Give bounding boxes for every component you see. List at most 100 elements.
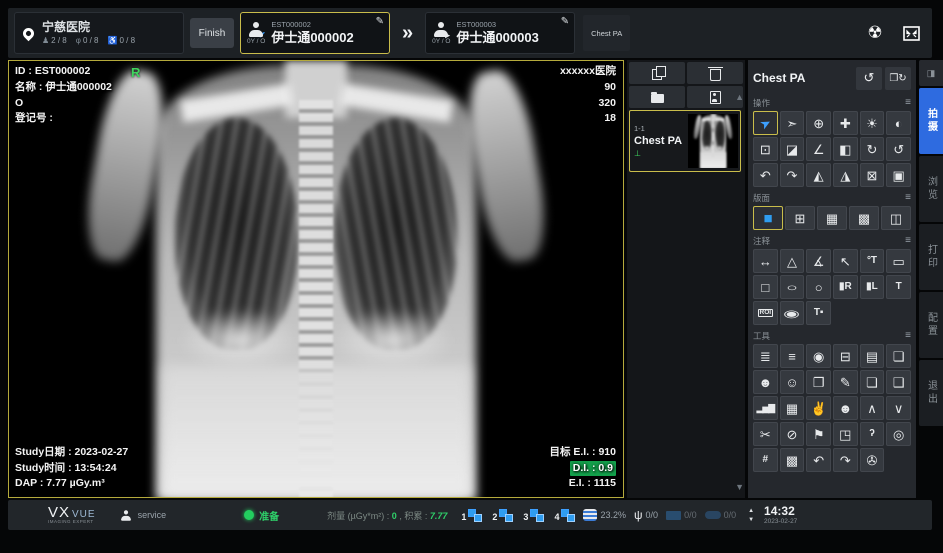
layout-custom[interactable]: ▩: [849, 206, 879, 230]
invert-tool[interactable]: ◧: [832, 137, 858, 161]
magnify-region-tool[interactable]: ⊡: [753, 137, 778, 161]
flip-horizontal-tool[interactable]: ◭: [806, 163, 831, 187]
next-patient-card[interactable]: ▸ 0Y / O EST000003 伊士通000003 ✎: [425, 12, 576, 54]
text-annotation-tool[interactable]: T: [886, 275, 911, 299]
text-box-tool[interactable]: T▪: [806, 301, 831, 325]
service-user[interactable]: service: [118, 508, 166, 523]
rotate-cw-tool[interactable]: ↻: [859, 137, 885, 161]
contrast-tool[interactable]: ◐: [886, 111, 911, 135]
pointer-tool[interactable]: ➤: [753, 111, 778, 135]
edit-tool[interactable]: ✎: [832, 370, 858, 394]
reject-image-tool[interactable]: ⊘: [779, 422, 805, 446]
tab-settings[interactable]: 配置: [919, 292, 943, 358]
hook-tool[interactable]: ʔ: [859, 422, 885, 446]
layout-2x2[interactable]: ⊞: [785, 206, 815, 230]
protocol-chip[interactable]: Chest PA: [583, 15, 631, 51]
copy-image-button[interactable]: [629, 62, 685, 84]
tag-tool[interactable]: ⚑: [806, 422, 831, 446]
hand-tool[interactable]: ✌: [806, 396, 831, 420]
flip-vertical-tool[interactable]: ◮: [832, 163, 858, 187]
resize-tool[interactable]: ◳: [832, 422, 858, 446]
free-rotate-tool[interactable]: ↶: [753, 163, 778, 187]
measure-length-tool[interactable]: ↔: [753, 249, 778, 273]
fullscreen-button[interactable]: [896, 19, 926, 47]
section-menu-icon[interactable]: ≡: [905, 192, 911, 203]
histogram-tool[interactable]: ▂▅▇: [753, 396, 778, 420]
merge-study-tool[interactable]: ❑: [886, 370, 911, 394]
scroll-up-icon[interactable]: ▲: [735, 92, 744, 102]
roi-tool[interactable]: ROI: [753, 301, 778, 325]
section-menu-icon[interactable]: ≡: [905, 235, 911, 246]
scroll-down-icon[interactable]: ▼: [735, 482, 744, 492]
quick-pointer-tool[interactable]: ➣: [779, 111, 805, 135]
detector-indicator[interactable]: 1: [461, 508, 483, 522]
collapse-down-tool[interactable]: ∨: [886, 396, 911, 420]
open-folder-button[interactable]: [629, 86, 685, 108]
window-level-tool[interactable]: ◪: [779, 137, 805, 161]
move-study-tool[interactable]: ❏: [859, 370, 885, 394]
tab-print[interactable]: 打印: [919, 224, 943, 290]
square-annotation-tool[interactable]: □: [753, 275, 778, 299]
reset-view-tool[interactable]: ◎: [886, 422, 911, 446]
ellipse-annotation-tool[interactable]: ○: [779, 275, 805, 299]
tab-exit[interactable]: 退出: [919, 360, 943, 426]
reset-image-button[interactable]: ↺: [856, 66, 882, 90]
patient-edit-tool[interactable]: ☻: [753, 370, 778, 394]
radiation-button[interactable]: ☢: [860, 19, 890, 47]
current-patient-card[interactable]: ✔ 0Y / O EST000002 伊士通000002 ✎: [240, 12, 390, 54]
image-viewport[interactable]: R ID : EST000002 名称 : 伊士通000002 O 登记号 : xxx…: [8, 60, 624, 498]
tab-review[interactable]: 浏览: [919, 156, 943, 222]
caliper-tool[interactable]: ∠: [806, 137, 831, 161]
rectangle-flat-tool[interactable]: ▭: [886, 249, 911, 273]
cd-burn-tool[interactable]: ◉: [806, 344, 831, 368]
layout-1x1[interactable]: ■: [753, 206, 783, 230]
protractor-tool[interactable]: ∡: [806, 249, 831, 273]
media-tool[interactable]: ✇: [859, 448, 885, 472]
copy-study-tool[interactable]: ❐: [806, 370, 831, 394]
rotate-ccw-tool[interactable]: ↺: [886, 137, 911, 161]
circle-annotation-tool[interactable]: ○: [806, 275, 831, 299]
section-menu-icon[interactable]: ≡: [905, 97, 911, 108]
edit-patient-icon[interactable]: ✎: [376, 16, 384, 27]
grid-show-tool[interactable]: #: [753, 448, 778, 472]
finish-button[interactable]: Finish: [190, 18, 234, 48]
collapse-panel-button[interactable]: ◨: [919, 60, 943, 86]
reprocess-button[interactable]: ❐↻: [885, 66, 911, 90]
layout-split[interactable]: ◫: [881, 206, 911, 230]
detector-indicator[interactable]: 3: [523, 508, 545, 522]
marker-l-tool[interactable]: ▮L: [859, 275, 885, 299]
copy-image-tool[interactable]: ❏: [886, 344, 911, 368]
next-patient-button[interactable]: »: [396, 22, 419, 45]
film-print-tool[interactable]: ▤: [859, 344, 885, 368]
person-box-tool[interactable]: ☻: [832, 396, 858, 420]
delete-image-button[interactable]: [687, 62, 743, 84]
zoom-tool[interactable]: ⊕: [806, 111, 831, 135]
room-card[interactable]: 宁慈医院 ♟ 2 / 8φ0 / 8 ♿ 0 / 8: [14, 12, 184, 54]
grid-calibration-tool[interactable]: ▦: [779, 396, 805, 420]
marker-r-tool[interactable]: ▮R: [832, 275, 858, 299]
detector-indicator[interactable]: 4: [554, 508, 576, 522]
patient-info-tool[interactable]: ☺: [779, 370, 805, 394]
protocol-image-tool[interactable]: ▣: [886, 163, 911, 187]
step-down-icon[interactable]: ▼: [748, 517, 754, 523]
rotate-180-tool[interactable]: ↷: [779, 163, 805, 187]
hide-annotations-tool[interactable]: ◉: [779, 301, 805, 325]
send-worklist-tool[interactable]: ≣: [753, 344, 778, 368]
grid-dense-tool[interactable]: ▩: [779, 448, 805, 472]
detector-indicator[interactable]: 2: [492, 508, 514, 522]
step-up-icon[interactable]: ▲: [748, 508, 754, 514]
redo-tool[interactable]: ↷: [832, 448, 858, 472]
stitch-tool[interactable]: ✂: [753, 422, 778, 446]
brightness-tool[interactable]: ☀: [859, 111, 885, 135]
undo-tool[interactable]: ↶: [806, 448, 831, 472]
section-menu-icon[interactable]: ≡: [905, 330, 911, 341]
layout-3x3[interactable]: ▦: [817, 206, 847, 230]
arrow-annotation-tool[interactable]: ↖: [832, 249, 858, 273]
fit-image-tool[interactable]: ⊠: [859, 163, 885, 187]
measure-angle-tool[interactable]: △: [779, 249, 805, 273]
worklist-tool[interactable]: ≡: [779, 344, 805, 368]
text-marker-tool[interactable]: °T: [859, 249, 885, 273]
edit-patient-icon[interactable]: ✎: [561, 16, 569, 27]
pan-tool[interactable]: ✚: [832, 111, 858, 135]
tab-acquire[interactable]: 拍摄: [919, 88, 943, 154]
